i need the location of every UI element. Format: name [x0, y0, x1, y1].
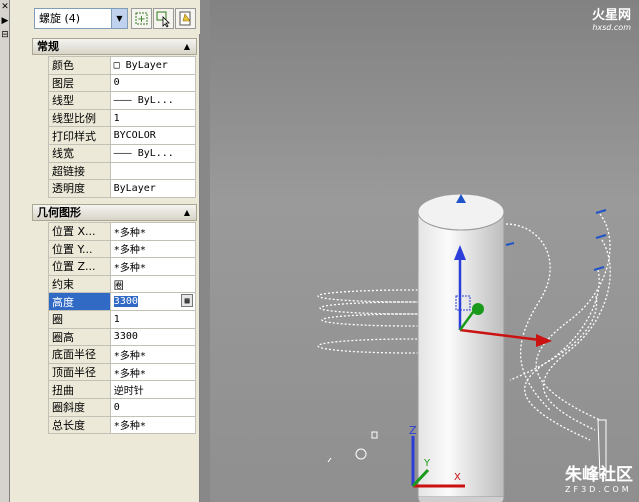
property-row[interactable]: 位置 Z... *多种* [48, 257, 197, 276]
site-logo: 火星网 hxsd.com [592, 4, 631, 32]
toggle-pickadd-button[interactable]: + [131, 8, 152, 29]
property-name: 位置 Z... [48, 257, 111, 276]
property-value[interactable]: 逆时针 [109, 380, 197, 399]
property-value[interactable]: ——— ByL... [109, 91, 197, 110]
property-name: 总长度 [48, 415, 111, 435]
property-name: 图层 [48, 73, 111, 93]
property-row[interactable]: 线宽 ——— ByL... [48, 143, 197, 163]
property-name: 圈斜度 [48, 397, 111, 417]
quick-select-icon [179, 11, 191, 26]
object-type-select[interactable]: 螺旋 (4) ▼ [34, 8, 128, 29]
watermark: 朱峰社区 ZF3D.COM [565, 460, 633, 494]
property-name: 线型 [48, 91, 111, 110]
logo-url: hxsd.com [592, 23, 631, 32]
section-general-header[interactable]: 常规 ▲ [32, 38, 197, 55]
left-strip: ✕ ▶ ⊟ [0, 0, 10, 502]
property-name: 线宽 [48, 143, 111, 163]
properties-palette: 螺旋 (4) ▼ + 常规 ▲ 颜色 □ ByLayer 图层 0 线型 ——— ByL.… [10, 0, 200, 502]
section-general-title: 常规 [37, 40, 59, 53]
property-name: 位置 Y... [48, 239, 111, 259]
svg-text:+: + [137, 14, 145, 25]
select-objects-icon [156, 11, 170, 28]
property-value[interactable]: *多种* [109, 362, 197, 382]
watermark-text: 朱峰社区 [565, 465, 633, 485]
property-row[interactable]: 扭曲 逆时针 [48, 380, 197, 399]
property-name: 高度 [48, 292, 111, 311]
property-name: 顶面半径 [48, 362, 111, 382]
property-name: 扭曲 [48, 380, 111, 399]
collapse-icon[interactable]: ▲ [184, 39, 190, 54]
property-name: 圈 [48, 309, 111, 329]
property-name: 约束 [48, 274, 111, 294]
property-row[interactable]: 顶面半径 *多种* [48, 362, 197, 382]
property-value[interactable]: *多种* [109, 345, 197, 364]
calculator-icon[interactable]: ▦ [181, 294, 193, 308]
property-row[interactable]: 底面半径 *多种* [48, 345, 197, 364]
chevron-down-icon[interactable]: ▼ [111, 9, 127, 28]
property-row[interactable]: 线型 ——— ByL... [48, 91, 197, 110]
select-objects-button[interactable] [153, 8, 174, 29]
object-type-value: 螺旋 (4) [39, 12, 81, 25]
property-row[interactable]: 总长度 *多种* [48, 415, 197, 435]
property-value[interactable]: *多种* [109, 415, 197, 435]
property-row[interactable]: 打印样式 BYCOLOR [48, 126, 197, 145]
logo-text: 火星网 [591, 8, 631, 23]
property-row[interactable]: 透明度 ByLayer [48, 179, 197, 198]
property-value[interactable]: 圈 [109, 274, 197, 294]
geometry-properties-table: 位置 X... *多种* 位置 Y... *多种* 位置 Z... *多种* 约束圈高度 33… [48, 222, 197, 435]
svg-text:Z: Z [409, 424, 417, 437]
property-name: 颜色 [48, 56, 111, 75]
toggle-pickadd-icon: + [135, 12, 148, 25]
property-value[interactable]: ByLayer [109, 179, 197, 198]
quick-select-button[interactable] [175, 8, 196, 29]
height-input[interactable]: 3300 [113, 296, 138, 308]
property-value[interactable]: □ ByLayer [109, 56, 197, 75]
property-value[interactable]: BYCOLOR [109, 126, 197, 145]
property-value[interactable]: *多种* [109, 239, 197, 259]
property-row[interactable]: 位置 Y... *多种* [48, 239, 197, 259]
property-value[interactable] [109, 161, 197, 181]
property-row[interactable]: 圈1 [48, 309, 197, 329]
property-name: 底面半径 [48, 345, 111, 364]
section-geometry-header[interactable]: 几何图形 ▲ [32, 204, 197, 221]
general-properties-table: 颜色 □ ByLayer 图层 0 线型 ——— ByL... 线型比例 1 打印样式 BYCOL… [48, 56, 197, 198]
property-value[interactable]: *多种* [109, 257, 197, 276]
property-value[interactable]: 0 [109, 397, 197, 417]
panel-icon[interactable]: ⊟ [0, 30, 10, 40]
property-name: 超链接 [48, 161, 111, 181]
property-value[interactable]: 0 [109, 73, 197, 93]
property-value[interactable]: *多种* [109, 222, 197, 241]
property-row[interactable]: 圈高 3300 [48, 327, 197, 347]
property-value[interactable]: 1 [109, 108, 197, 128]
property-row[interactable]: 圈斜度 0 [48, 397, 197, 417]
property-name: 打印样式 [48, 126, 111, 145]
grip-markers[interactable] [505, 209, 607, 271]
property-row[interactable]: 位置 X... *多种* [48, 222, 197, 241]
viewport-scene[interactable]: Z X Y [210, 0, 639, 502]
property-name: 线型比例 [48, 108, 111, 128]
property-row[interactable]: 超链接 [48, 161, 197, 181]
property-row[interactable]: 图层 0 [48, 73, 197, 93]
section-geometry-title: 几何图形 [37, 206, 81, 219]
property-value[interactable]: 3300 ▦ [109, 292, 197, 311]
property-row[interactable]: 颜色 □ ByLayer [48, 56, 197, 75]
property-name: 位置 X... [48, 222, 111, 241]
svg-text:Y: Y [423, 458, 431, 469]
model-viewport[interactable]: Z X Y 火星网 hxsd.com 朱峰社区 ZF3D.COM [210, 0, 639, 502]
cylinder[interactable] [417, 193, 505, 502]
property-row[interactable]: 线型比例 1 [48, 108, 197, 128]
property-value[interactable]: 1 [109, 309, 197, 329]
property-row[interactable]: 高度 3300 ▦ [48, 292, 197, 311]
collapse-icon[interactable]: ▲ [184, 205, 190, 220]
property-value[interactable]: 3300 [109, 327, 197, 347]
play-icon[interactable]: ▶ [0, 16, 10, 26]
svg-text:X: X [454, 472, 461, 483]
property-value[interactable]: ——— ByL... [109, 143, 197, 163]
close-icon[interactable]: ✕ [0, 2, 10, 12]
property-row[interactable]: 约束圈 [48, 274, 197, 294]
property-name: 透明度 [48, 179, 111, 198]
watermark-url: ZF3D.COM [565, 485, 632, 494]
properties-toolbar: 螺旋 (4) ▼ + [10, 0, 200, 34]
property-name: 圈高 [48, 327, 111, 347]
